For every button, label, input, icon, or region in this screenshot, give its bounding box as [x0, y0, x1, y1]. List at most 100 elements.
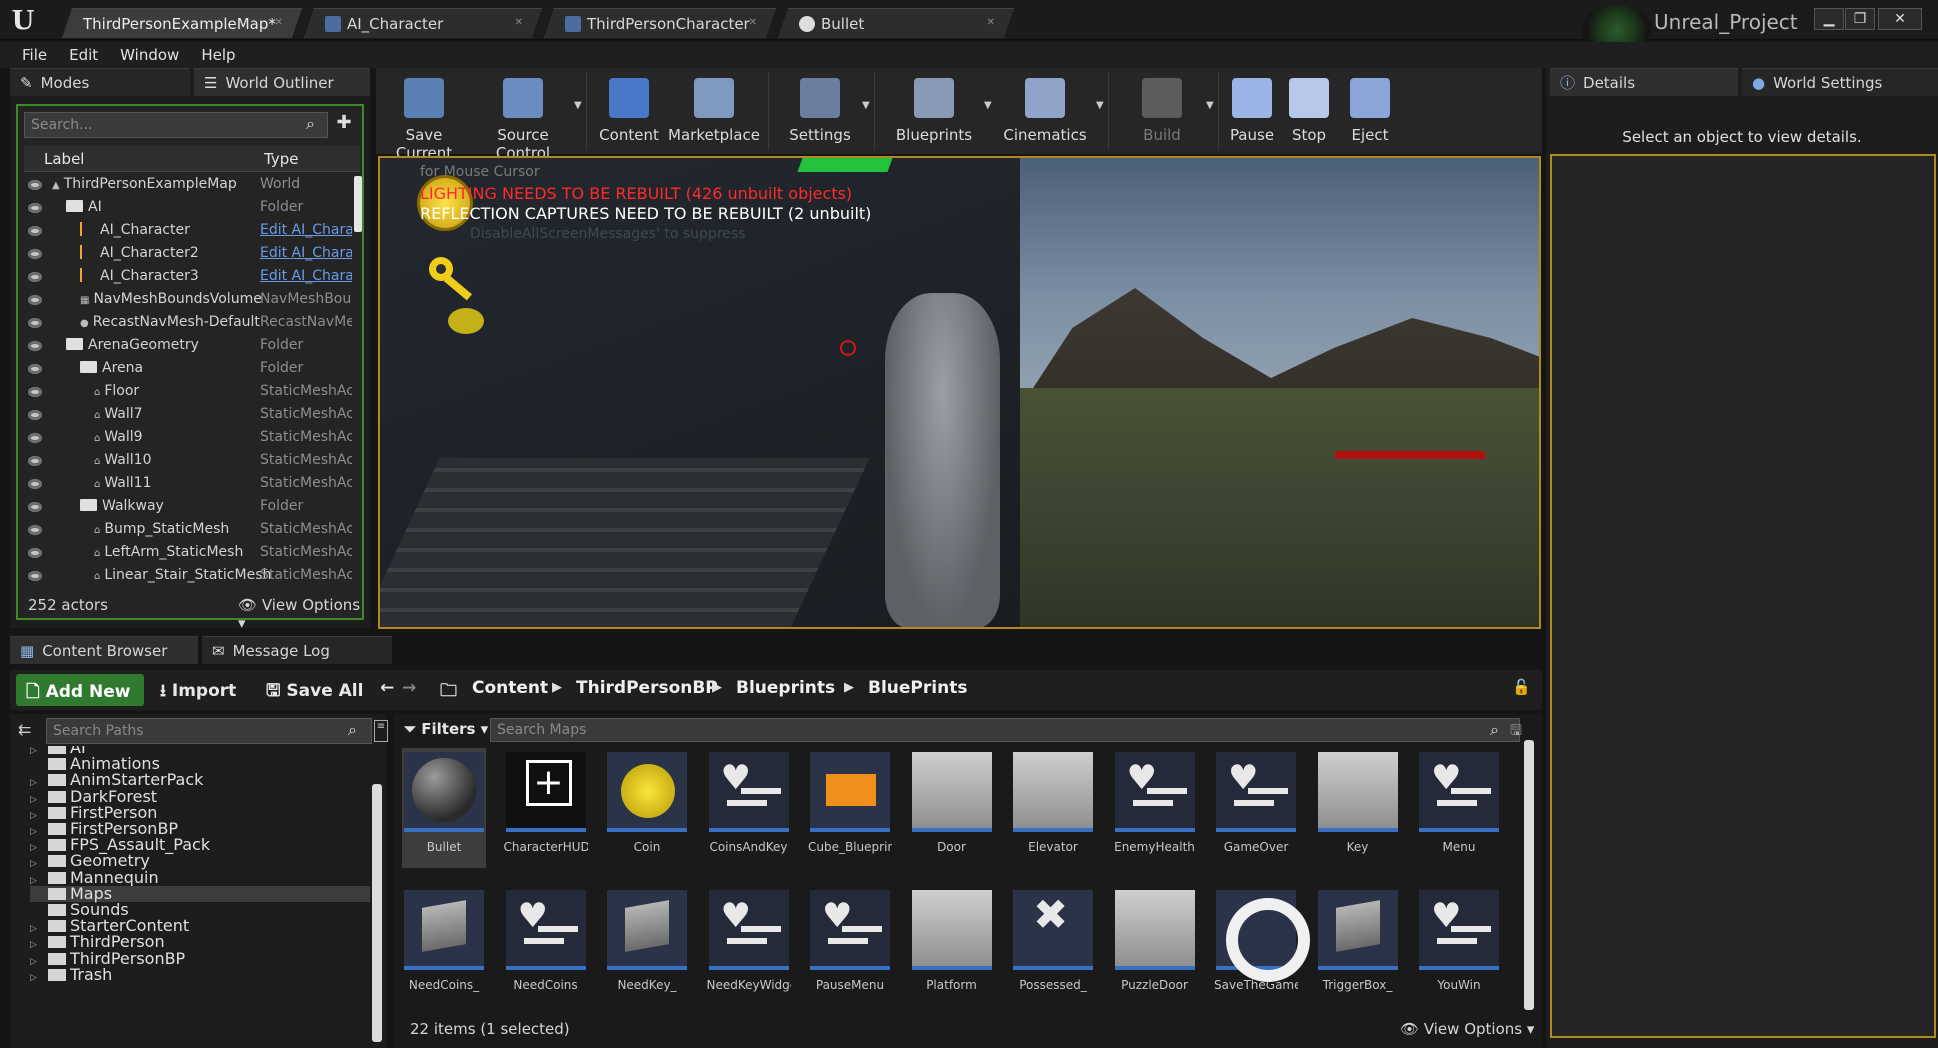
view-options-button[interactable]: 👁 View Options ▾	[238, 596, 362, 632]
import-button[interactable]: ⭳ Import	[160, 678, 236, 707]
save-current-button[interactable]: Save Current	[382, 72, 466, 162]
visibility-eye-icon[interactable]	[28, 502, 42, 512]
visibility-eye-icon[interactable]	[28, 364, 42, 374]
outliner-row[interactable]: ⌂Wall9 StaticMeshActor	[22, 427, 352, 450]
asset-tile[interactable]: NeedCoins_	[402, 886, 486, 1006]
asset-tile[interactable]: Elevator	[1011, 748, 1095, 868]
menu-help[interactable]: Help	[201, 46, 235, 64]
dropdown-arrow-icon[interactable]: ▼	[862, 100, 870, 111]
filters-button[interactable]: ⏷ Filters ▾	[404, 720, 488, 738]
add-folder-button[interactable]: ✚	[332, 112, 356, 138]
outliner-row[interactable]: ▦NavMeshBoundsVolumeNavMeshBoundsVolume	[22, 289, 352, 312]
save-search-icon[interactable]: 🖫	[1510, 720, 1522, 744]
asset-tile[interactable]: NeedKeyWidget	[707, 886, 791, 1006]
asset-tile[interactable]: PuzzleDoor	[1113, 886, 1197, 1006]
visibility-eye-icon[interactable]	[28, 387, 42, 397]
visibility-eye-icon[interactable]	[28, 180, 42, 190]
settings-button[interactable]: Settings	[774, 72, 866, 150]
tab-world-settings[interactable]: ● World Settings	[1742, 68, 1938, 96]
visibility-eye-icon[interactable]	[28, 295, 42, 305]
close-button[interactable]: ✕	[1878, 8, 1922, 30]
pause-button[interactable]: Pause	[1224, 72, 1280, 150]
add-new-button[interactable]: 🗋 Add New ▾	[16, 674, 144, 728]
cinematics-button[interactable]: Cinematics	[990, 72, 1100, 150]
asset-tile[interactable]: GameOver	[1214, 748, 1298, 868]
back-arrow-icon[interactable]: ←	[380, 678, 394, 698]
tab-thirdpersoncharacter[interactable]: ThirdPersonCharacter ✕	[544, 8, 776, 38]
outliner-scrollbar[interactable]	[354, 176, 362, 232]
lock-icon[interactable]: 🔓	[1512, 678, 1531, 696]
visibility-eye-icon[interactable]	[28, 272, 42, 282]
restore-button[interactable]: ❐	[1845, 8, 1875, 30]
stop-button[interactable]: Stop	[1282, 72, 1336, 150]
outliner-row[interactable]: ⌂Wall10 StaticMeshActor	[22, 450, 352, 473]
edit-blueprint-link[interactable]: Edit AI_Character	[260, 268, 352, 284]
visibility-eye-icon[interactable]	[28, 249, 42, 259]
breadcrumb-blueprints[interactable]: Blueprints	[736, 678, 835, 698]
asset-scrollbar[interactable]	[1524, 740, 1534, 1010]
breadcrumb-blueprints-folder[interactable]: BluePrints	[868, 678, 967, 698]
outliner-row[interactable]: AI_Character Edit AI_Character	[22, 220, 352, 243]
asset-tile[interactable]: YouWin	[1417, 886, 1501, 1006]
asset-tile[interactable]: Bullet	[402, 748, 486, 868]
dropdown-arrow-icon[interactable]: ▼	[1206, 100, 1214, 111]
menu-file[interactable]: File	[22, 46, 47, 64]
outliner-row[interactable]: ⌂LeftArm_StaticMesh StaticMeshActor	[22, 542, 352, 565]
source-control-button[interactable]: Source Control	[468, 72, 578, 162]
visibility-eye-icon[interactable]	[28, 456, 42, 466]
asset-tile[interactable]: Possessed_	[1011, 886, 1095, 1006]
outliner-row[interactable]: ⌂Floor StaticMeshActor	[22, 381, 352, 404]
tab-ai-character[interactable]: AI_Character ✕	[304, 8, 542, 38]
close-icon[interactable]: ✕	[987, 17, 995, 28]
tab-modes[interactable]: ✎ Modes	[10, 68, 190, 96]
search-maps-input[interactable]: Search Maps	[490, 718, 1520, 742]
outliner-row[interactable]: ●RecastNavMesh-DefaultRecastNavMesh	[22, 312, 352, 335]
breadcrumb-arrow-icon[interactable]: ▶	[552, 680, 562, 695]
column-type[interactable]: Type	[264, 150, 298, 168]
close-icon[interactable]: ✕	[275, 17, 283, 28]
outliner-row[interactable]: AI_Character2 Edit AI_Character	[22, 243, 352, 266]
search-paths-input[interactable]: Search Paths	[46, 718, 372, 744]
visibility-eye-icon[interactable]	[28, 525, 42, 535]
tab-content-browser[interactable]: ▦ Content Browser	[10, 636, 198, 664]
breadcrumb-thirdpersonbp[interactable]: ThirdPersonBP	[576, 678, 718, 698]
outliner-row[interactable]: AI_Character3 Edit AI_Character	[22, 266, 352, 289]
asset-tile[interactable]: CharacterHUD	[504, 748, 588, 868]
save-all-button[interactable]: 🖫 Save All	[266, 678, 363, 707]
visibility-eye-icon[interactable]	[28, 433, 42, 443]
tab-message-log[interactable]: ✉ Message Log	[202, 636, 392, 664]
path-item[interactable]: ▷ Trash	[30, 966, 370, 986]
edit-blueprint-link[interactable]: Edit AI_Character	[260, 222, 352, 238]
expand-arrow-icon[interactable]: ▷	[30, 970, 38, 986]
asset-tile[interactable]: Door	[910, 748, 994, 868]
outliner-row[interactable]: ⌂Bump_StaticMesh StaticMeshActor	[22, 519, 352, 542]
visibility-eye-icon[interactable]	[28, 410, 42, 420]
asset-tile[interactable]: PauseMenu	[808, 886, 892, 1006]
visibility-eye-icon[interactable]	[28, 548, 42, 558]
asset-tile[interactable]: Coin	[605, 748, 689, 868]
menu-window[interactable]: Window	[120, 46, 179, 64]
asset-tile[interactable]: TriggerBox_	[1316, 886, 1400, 1006]
dropdown-arrow-icon[interactable]: ▼	[574, 100, 582, 111]
visibility-eye-icon[interactable]	[28, 479, 42, 489]
toggle-sources-icon[interactable]: ⇇	[18, 720, 31, 739]
build-button[interactable]: Build	[1114, 72, 1210, 150]
asset-tile[interactable]: NeedKey_	[605, 886, 689, 1006]
asset-tile[interactable]: SaveTheGame	[1214, 886, 1310, 1006]
level-viewport[interactable]: for Mouse Cursor LIGHTING NEEDS TO BE RE…	[378, 156, 1541, 629]
outliner-row[interactable]: Arena Folder	[22, 358, 352, 381]
column-label[interactable]: Label	[44, 150, 84, 168]
asset-tile[interactable]: EnemyHealth	[1113, 748, 1197, 868]
outliner-row[interactable]: AI Folder	[22, 197, 352, 220]
asset-tile[interactable]: NeedCoins	[504, 886, 588, 1006]
visibility-eye-icon[interactable]	[28, 571, 42, 581]
breadcrumb-arrow-icon[interactable]: ▶	[712, 680, 722, 695]
outliner-row[interactable]: ▲ ThirdPersonExampleMap World	[22, 174, 352, 197]
content-button[interactable]: Content	[592, 72, 666, 150]
asset-tile[interactable]: Key	[1316, 748, 1400, 868]
outliner-row[interactable]: Walkway Folder	[22, 496, 352, 519]
asset-tile[interactable]: Menu	[1417, 748, 1501, 868]
breadcrumb-arrow-icon[interactable]: ▶	[844, 680, 854, 695]
tab-thirdpersonexamplemap[interactable]: ThirdPersonExampleMap* ✕	[62, 8, 302, 38]
tab-bullet[interactable]: Bullet ✕	[778, 8, 1014, 38]
